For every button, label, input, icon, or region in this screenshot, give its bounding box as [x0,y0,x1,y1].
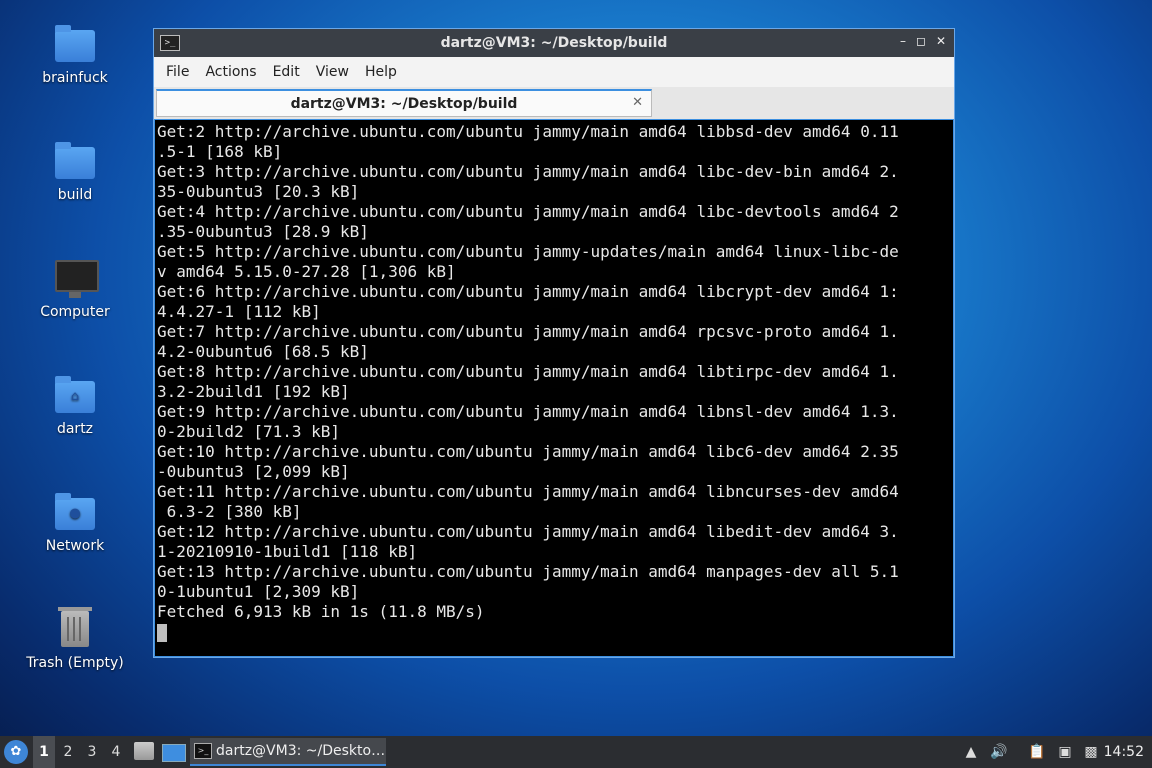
home-folder-icon: ⌂ [53,373,97,417]
taskbar: ✿ 1 2 3 4 >_ dartz@VM3: ~/Deskto… ▲ 🔊 📋 … [0,736,1152,768]
folder-icon [53,139,97,183]
screen-tray-icon[interactable]: ▩ [1082,742,1100,762]
desktop-icon-trash[interactable]: Trash (Empty) [20,607,130,671]
terminal-line: 4.2-0ubuntu6 [68.5 kB] [157,342,369,361]
terminal-line: 1-20210910-1build1 [118 kB] [157,542,418,561]
terminal-window: >_ dartz@VM3: ~/Desktop/build – ◻ ✕ File… [153,28,955,658]
desktop-icon-home[interactable]: ⌂ dartz [20,373,130,437]
terminal-line: Get:5 http://archive.ubuntu.com/ubuntu j… [157,242,899,261]
menu-edit[interactable]: Edit [265,64,308,80]
file-manager-icon[interactable] [134,742,154,760]
terminal-cursor [157,623,167,642]
desktop-icon-label: build [57,187,93,203]
window-titlebar[interactable]: >_ dartz@VM3: ~/Desktop/build – ◻ ✕ [154,29,954,57]
clipboard-icon[interactable]: 📋 [1028,742,1046,762]
clock[interactable]: 14:52 [1104,736,1144,768]
terminal-line: 4.4.27-1 [112 kB] [157,302,321,321]
minimize-button[interactable]: – [900,34,906,48]
menu-view[interactable]: View [308,64,357,80]
desktop-icon-computer[interactable]: Computer [20,256,130,320]
terminal-line: Get:13 http://archive.ubuntu.com/ubuntu … [157,562,899,581]
desktop-icon-label: dartz [56,421,94,437]
menu-file[interactable]: File [158,64,197,80]
desktop-icon-label: brainfuck [42,70,108,86]
window-title: dartz@VM3: ~/Desktop/build [440,35,668,51]
desktop-icon-build[interactable]: build [20,139,130,203]
close-button[interactable]: ✕ [936,34,946,48]
desktop-icon-label: Network [45,538,105,554]
maximize-button[interactable]: ◻ [916,34,926,48]
terminal-line: Get:9 http://archive.ubuntu.com/ubuntu j… [157,402,899,421]
start-menu-icon[interactable]: ✿ [4,740,28,764]
terminal-line: Get:6 http://archive.ubuntu.com/ubuntu j… [157,282,899,301]
terminal-line: 0-1ubuntu1 [2,309 kB] [157,582,360,601]
terminal-line: Fetched 6,913 kB in 1s (11.8 MB/s) [157,602,485,621]
menu-help[interactable]: Help [357,64,405,80]
tab-label: dartz@VM3: ~/Desktop/build [290,96,518,112]
tab-bar: dartz@VM3: ~/Desktop/build ✕ [154,87,954,119]
menu-actions[interactable]: Actions [197,64,264,80]
computer-icon [53,256,99,300]
update-notifier-icon[interactable]: ▲ [962,742,980,762]
terminal-line: Get:7 http://archive.ubuntu.com/ubuntu j… [157,322,899,341]
desktop-icon-brainfuck[interactable]: brainfuck [20,22,130,86]
terminal-icon: >_ [194,743,212,759]
desktop-icon-network[interactable]: ● Network [20,490,130,554]
terminal-line: Get:11 http://archive.ubuntu.com/ubuntu … [157,482,899,501]
terminal-line: Get:3 http://archive.ubuntu.com/ubuntu j… [157,162,899,181]
desktop-icon-label: Trash (Empty) [26,655,124,671]
workspace-4[interactable]: 4 [105,736,127,768]
terminal-line: .5-1 [168 kB] [157,142,283,161]
terminal-line: Get:4 http://archive.ubuntu.com/ubuntu j… [157,202,899,221]
taskbar-task-terminal[interactable]: >_ dartz@VM3: ~/Deskto… [190,738,386,766]
terminal-line: 3.2-2build1 [192 kB] [157,382,350,401]
trash-icon [53,607,97,651]
workspace-2[interactable]: 2 [57,736,79,768]
terminal-line: 35-0ubuntu3 [20.3 kB] [157,182,360,201]
terminal-cursor-line [157,622,953,642]
terminal-line: Get:8 http://archive.ubuntu.com/ubuntu j… [157,362,899,381]
taskbar-task-label: dartz@VM3: ~/Deskto… [216,743,386,759]
desktop-icon-label: Computer [40,304,110,320]
terminal-line: v amd64 5.15.0-27.28 [1,306 kB] [157,262,456,281]
folder-icon [53,22,97,66]
terminal-output[interactable]: Get:2 http://archive.ubuntu.com/ubuntu j… [155,120,953,656]
terminal-line: .35-0ubuntu3 [28.9 kB] [157,222,369,241]
tab-terminal[interactable]: dartz@VM3: ~/Desktop/build ✕ [156,89,652,117]
terminal-line: Get:12 http://archive.ubuntu.com/ubuntu … [157,522,899,541]
volume-icon[interactable]: 🔊 [990,742,1008,762]
terminal-line: Get:2 http://archive.ubuntu.com/ubuntu j… [157,122,899,141]
tab-close-icon[interactable]: ✕ [632,95,643,110]
terminal-line: 6.3-2 [380 kB] [157,502,302,521]
network-folder-icon: ● [53,490,97,534]
show-desktop-icon[interactable] [162,744,186,762]
workspace-1[interactable]: 1 [33,736,55,768]
terminal-line: -0ubuntu3 [2,099 kB] [157,462,350,481]
workspace-3[interactable]: 3 [81,736,103,768]
menu-bar: File Actions Edit View Help [154,57,954,87]
network-tray-icon[interactable]: ▣ [1056,742,1074,762]
terminal-line: Get:10 http://archive.ubuntu.com/ubuntu … [157,442,899,461]
terminal-line: 0-2build2 [71.3 kB] [157,422,341,441]
